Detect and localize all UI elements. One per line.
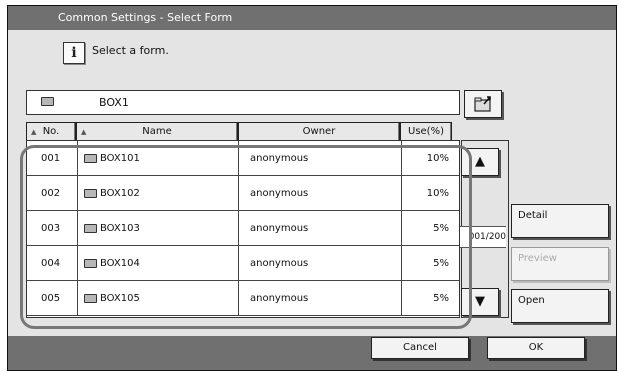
preview-button[interactable]: Preview — [511, 247, 609, 281]
row-usage: 10% — [426, 188, 449, 199]
open-button[interactable]: Open — [511, 289, 609, 323]
row-owner: anonymous — [250, 223, 309, 234]
row-number: 002 — [41, 188, 61, 199]
triangle-up-icon: ▲ — [475, 154, 485, 169]
folder-icon — [84, 189, 97, 198]
row-number: 004 — [41, 258, 61, 269]
folder-icon — [84, 154, 97, 163]
row-name: BOX104 — [100, 258, 140, 269]
triangle-down-icon: ▼ — [475, 294, 485, 309]
title-bar: Common Settings - Select Form — [8, 6, 616, 30]
row-owner: anonymous — [250, 258, 309, 269]
instruction-message: Select a form. — [92, 44, 169, 57]
folder-icon — [84, 294, 97, 303]
cancel-button[interactable]: Cancel — [371, 337, 469, 359]
table-row[interactable]: 001 BOX101 anonymous 10% — [27, 141, 459, 176]
row-usage: 5% — [433, 223, 449, 234]
row-name: BOX101 — [100, 153, 140, 164]
detail-button[interactable]: Detail — [511, 204, 609, 238]
column-header-no[interactable]: ▲ No. — [26, 122, 76, 142]
column-header-use[interactable]: Use(%) — [400, 122, 452, 142]
path-bar: BOX1 — [26, 90, 460, 115]
folder-icon — [84, 259, 97, 268]
row-name: BOX102 — [100, 188, 140, 199]
folder-icon — [41, 97, 54, 106]
table-row[interactable]: 003 BOX103 anonymous 5% — [27, 211, 459, 246]
folder-up-icon — [474, 96, 491, 112]
current-box-label: BOX1 — [99, 96, 129, 109]
row-number: 003 — [41, 223, 61, 234]
info-icon: i — [63, 42, 85, 64]
table-row[interactable]: 004 BOX104 anonymous 5% — [27, 246, 459, 281]
table-row[interactable]: 005 BOX105 anonymous 5% — [27, 281, 459, 316]
ok-button[interactable]: OK — [487, 337, 585, 359]
scroll-down-button[interactable]: ▼ — [461, 288, 499, 316]
box-list: 001 BOX101 anonymous 10% 002 BOX102 anon… — [26, 140, 460, 318]
column-header-owner[interactable]: Owner — [238, 122, 400, 142]
row-usage: 10% — [426, 153, 449, 164]
row-owner: anonymous — [250, 293, 309, 304]
row-owner: anonymous — [250, 188, 309, 199]
up-folder-button[interactable] — [464, 90, 502, 118]
scroll-up-button[interactable]: ▲ — [461, 148, 499, 176]
page-indicator: 001/200 — [460, 226, 506, 248]
row-name: BOX105 — [100, 293, 140, 304]
select-form-screen: Common Settings - Select Form i Select a… — [7, 5, 617, 371]
column-header-name[interactable]: ▲ Name — [76, 122, 238, 142]
row-owner: anonymous — [250, 153, 309, 164]
window-title: Common Settings - Select Form — [58, 11, 233, 24]
row-usage: 5% — [433, 258, 449, 269]
row-number: 005 — [41, 293, 61, 304]
row-usage: 5% — [433, 293, 449, 304]
table-row[interactable]: 002 BOX102 anonymous 10% — [27, 176, 459, 211]
row-number: 001 — [41, 153, 61, 164]
row-name: BOX103 — [100, 223, 140, 234]
folder-icon — [84, 224, 97, 233]
